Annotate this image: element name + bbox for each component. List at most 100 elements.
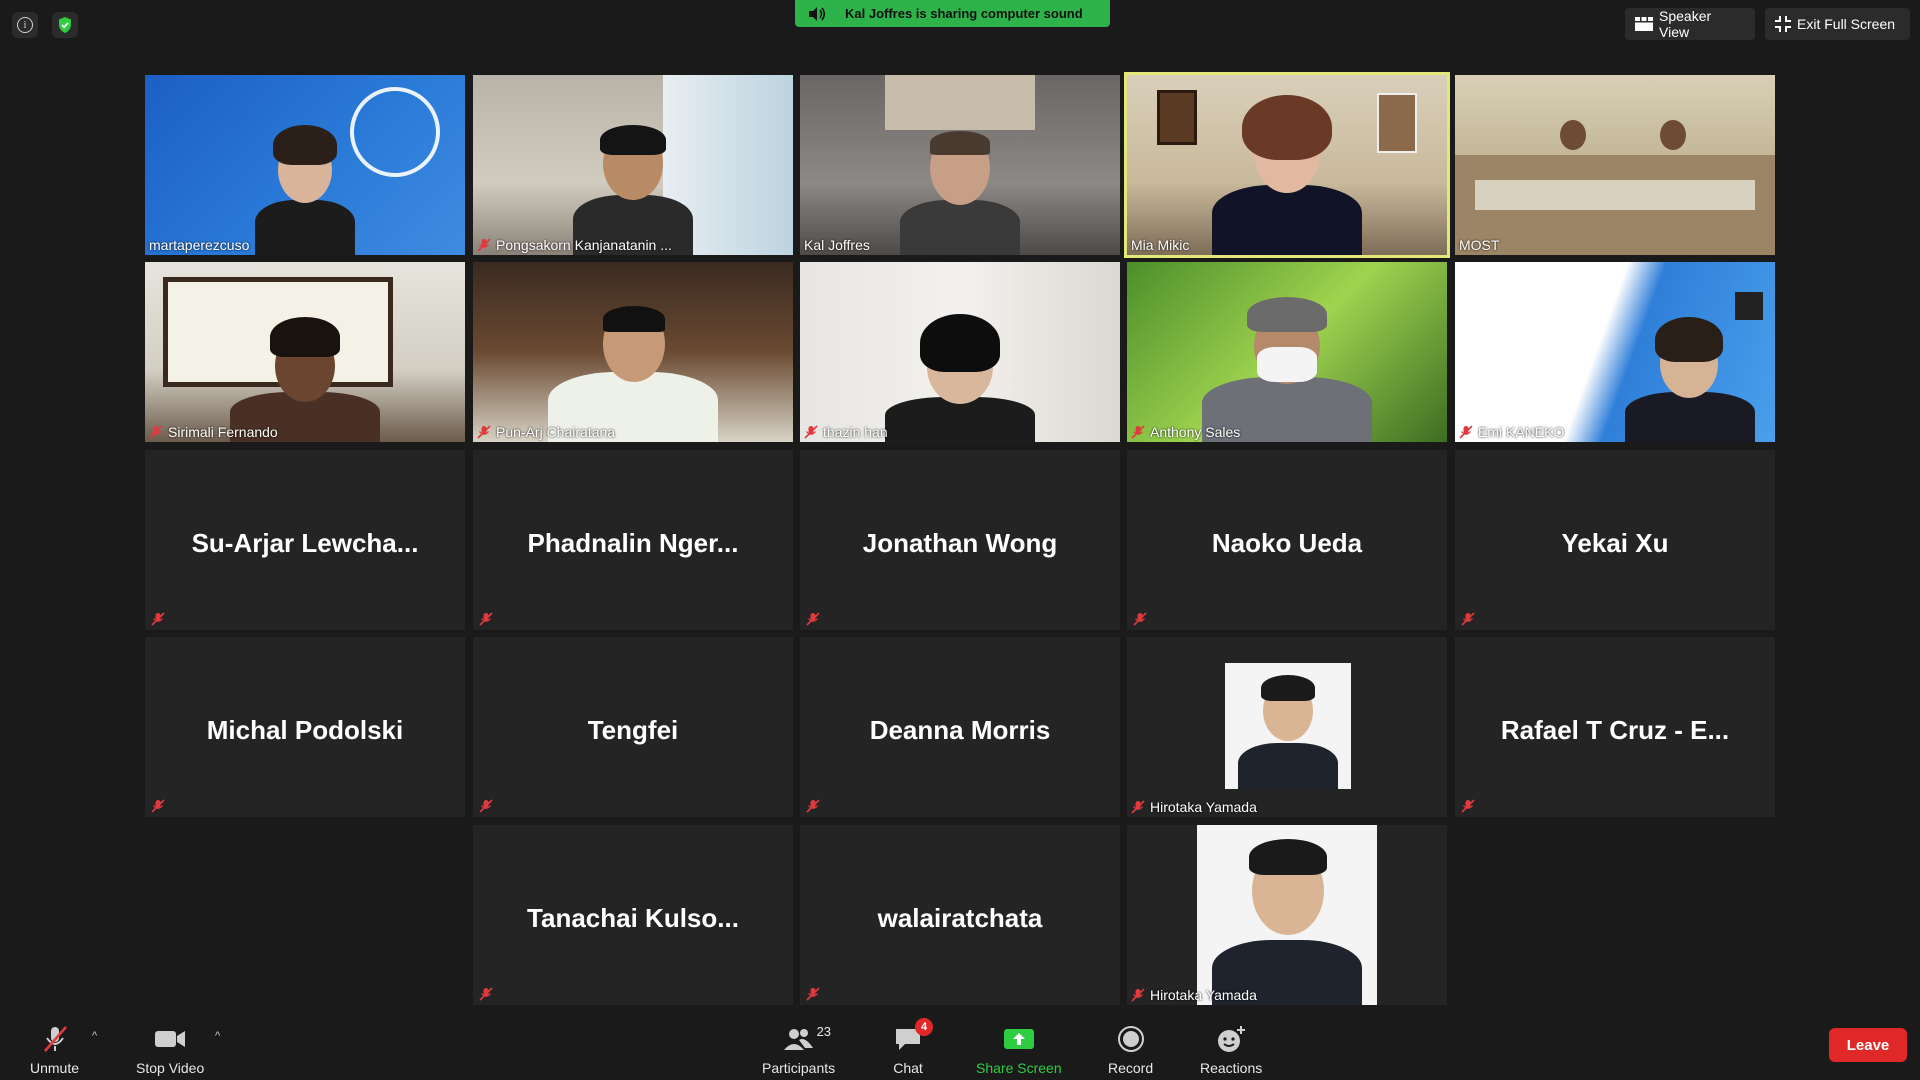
unmute-label: Unmute	[30, 1060, 80, 1076]
participants-label: Participants	[762, 1060, 836, 1076]
participant-tile[interactable]: thazin han	[800, 262, 1120, 442]
chat-bubble-icon: 4	[893, 1018, 933, 1054]
participant-name: Phadnalin Nger...	[527, 528, 739, 558]
participant-name: Tengfei	[587, 715, 679, 745]
participants-button[interactable]: 23 Participants	[762, 1024, 835, 1076]
chat-label: Chat	[893, 1060, 923, 1076]
participant-tile[interactable]: Michal Podolski	[145, 637, 465, 817]
muted-mic-icon	[479, 987, 493, 1001]
stop-video-button[interactable]: Stop Video	[136, 1024, 204, 1076]
muted-mic-icon	[477, 238, 491, 252]
participant-tile[interactable]: Phadnalin Nger...	[473, 450, 793, 630]
participant-name: Hirotaka Yamada	[1131, 987, 1257, 1003]
video-options-caret-icon[interactable]: ^	[215, 1030, 220, 1042]
record-icon	[1117, 1024, 1145, 1054]
share-screen-label: Share Screen	[976, 1060, 1062, 1076]
participant-name: Jonathan Wong	[862, 528, 1058, 558]
participant-name: thazin han	[804, 424, 888, 440]
chat-button[interactable]: 4 Chat	[893, 1018, 933, 1076]
participant-tile[interactable]: Anthony Sales	[1127, 262, 1447, 442]
participant-tile[interactable]: Su-Arjar Lewcha...	[145, 450, 465, 630]
muted-mic-icon	[151, 612, 165, 626]
muted-mic-icon	[806, 612, 820, 626]
participant-name: Kal Joffres	[804, 237, 870, 253]
participant-name: Sirimali Fernando	[149, 424, 278, 440]
speaker-view-button[interactable]: Speaker View	[1625, 8, 1755, 40]
sharing-sound-text: Kal Joffres is sharing computer sound	[845, 6, 1083, 21]
muted-mic-icon	[1131, 988, 1145, 1002]
profile-photo	[1197, 825, 1377, 1005]
sharing-sound-banner[interactable]: Kal Joffres is sharing computer sound	[795, 0, 1110, 27]
participants-count: 23	[816, 1024, 832, 1039]
muted-microphone-icon	[40, 1024, 70, 1054]
participant-tile[interactable]: Tengfei	[473, 637, 793, 817]
collapse-icon	[1775, 16, 1791, 32]
reactions-label: Reactions	[1200, 1060, 1263, 1076]
participant-tile[interactable]: Naoko Ueda	[1127, 450, 1447, 630]
participant-tile[interactable]: Kal Joffres	[800, 75, 1120, 255]
muted-mic-icon	[1459, 425, 1473, 439]
video-camera-icon	[153, 1024, 187, 1054]
smiley-plus-icon	[1215, 1024, 1247, 1054]
record-label: Record	[1108, 1060, 1154, 1076]
participant-tile[interactable]: Hirotaka Yamada	[1127, 825, 1447, 1005]
profile-photo	[1225, 663, 1351, 789]
reactions-button[interactable]: Reactions	[1200, 1024, 1262, 1076]
participant-name: Hirotaka Yamada	[1131, 799, 1257, 815]
participant-name: Pun-Arj Chairatana	[477, 424, 615, 440]
muted-mic-icon	[806, 987, 820, 1001]
unmute-button[interactable]: Unmute	[30, 1024, 79, 1076]
exit-full-screen-button[interactable]: Exit Full Screen	[1765, 8, 1910, 40]
muted-mic-icon	[479, 799, 493, 813]
participant-tile[interactable]: Emi KANEKO	[1455, 262, 1775, 442]
participant-name: Michal Podolski	[206, 715, 404, 745]
leave-button[interactable]: Leave	[1829, 1028, 1907, 1062]
muted-mic-icon	[149, 425, 163, 439]
muted-mic-icon	[1461, 799, 1475, 813]
muted-mic-icon	[1131, 425, 1145, 439]
participant-tile[interactable]: Pun-Arj Chairatana	[473, 262, 793, 442]
exit-full-screen-label: Exit Full Screen	[1797, 16, 1896, 32]
participant-name: Su-Arjar Lewcha...	[191, 528, 419, 558]
meeting-toolbar: Unmute ^ Stop Video ^ 23 Participants 4 …	[0, 1008, 1920, 1080]
chat-unread-badge: 4	[915, 1018, 933, 1036]
muted-mic-icon	[806, 799, 820, 813]
share-screen-icon	[1003, 1024, 1035, 1054]
record-button[interactable]: Record	[1108, 1024, 1153, 1076]
stop-video-label: Stop Video	[136, 1060, 205, 1076]
participant-tile[interactable]: Rafael T Cruz - E...	[1455, 637, 1775, 817]
grid-icon	[1635, 17, 1653, 31]
participant-tile[interactable]: Tanachai Kulso...	[473, 825, 793, 1005]
participant-tile[interactable]: walairatchata	[800, 825, 1120, 1005]
muted-mic-icon	[151, 799, 165, 813]
share-screen-button[interactable]: Share Screen	[976, 1024, 1062, 1076]
meeting-info-icon[interactable]: i	[12, 12, 38, 38]
participant-tile[interactable]: Sirimali Fernando	[145, 262, 465, 442]
participant-name: Rafael T Cruz - E...	[1500, 715, 1730, 745]
participant-tile-active-speaker[interactable]: Mia Mikic	[1124, 72, 1450, 258]
participant-name: Anthony Sales	[1131, 424, 1240, 440]
participant-name: MOST	[1459, 237, 1500, 253]
participant-tile[interactable]: martaperezcuso	[145, 75, 465, 255]
participant-tile[interactable]: MOST	[1455, 75, 1775, 255]
speaker-view-label: Speaker View	[1659, 8, 1712, 40]
participant-tile[interactable]: Yekai Xu	[1455, 450, 1775, 630]
security-shield-icon[interactable]	[52, 12, 78, 38]
muted-mic-icon	[1461, 612, 1475, 626]
muted-mic-icon	[479, 612, 493, 626]
participants-icon: 23	[783, 1024, 831, 1054]
participant-name: martaperezcuso	[149, 237, 250, 253]
participant-name: Naoko Ueda	[1211, 528, 1363, 558]
participant-name: walairatchata	[877, 903, 1043, 933]
participant-tile[interactable]: Hirotaka Yamada	[1127, 637, 1447, 817]
participant-name: Emi KANEKO	[1459, 424, 1564, 440]
participant-name: Tanachai Kulso...	[527, 903, 739, 933]
speaker-icon	[807, 6, 827, 22]
participant-name: Yekai Xu	[1561, 528, 1669, 558]
participant-name: Mia Mikic	[1131, 237, 1190, 253]
participant-tile[interactable]: Pongsakorn Kanjanatanin ...	[473, 75, 793, 255]
participant-tile[interactable]: Jonathan Wong	[800, 450, 1120, 630]
top-bar: i Kal Joffres is sharing computer sound …	[0, 0, 1920, 50]
participant-tile[interactable]: Deanna Morris	[800, 637, 1120, 817]
audio-options-caret-icon[interactable]: ^	[92, 1030, 97, 1042]
